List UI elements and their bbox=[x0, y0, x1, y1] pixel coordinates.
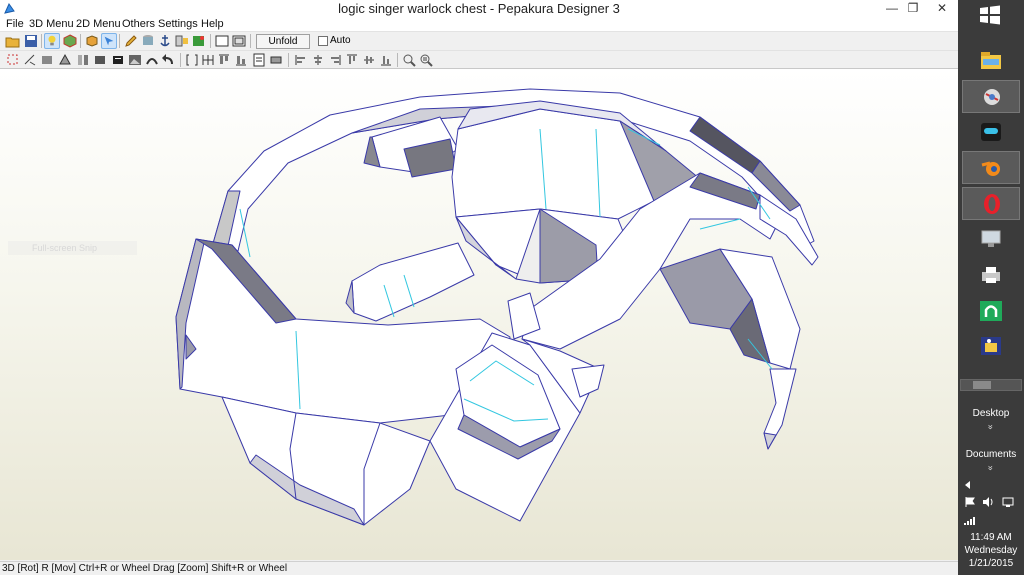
taskbar-blender[interactable] bbox=[962, 151, 1020, 184]
windows-start-icon[interactable] bbox=[978, 4, 1002, 26]
join-icon[interactable] bbox=[75, 52, 91, 68]
lightbulb-icon[interactable] bbox=[44, 33, 60, 49]
undo-icon[interactable] bbox=[161, 52, 177, 68]
status-text: 3D [Rot] R [Mov] Ctrl+R or Wheel Drag [Z… bbox=[2, 563, 288, 574]
menu-others[interactable]: Others bbox=[122, 18, 155, 30]
network-icon[interactable] bbox=[1002, 496, 1016, 508]
align-bottom-icon[interactable] bbox=[233, 52, 249, 68]
cylinder-icon[interactable] bbox=[140, 33, 156, 49]
clock-time[interactable]: 11:49 AM bbox=[958, 532, 1024, 543]
clock-date[interactable]: 1/21/2015 bbox=[958, 558, 1024, 569]
open-folder-icon[interactable] bbox=[5, 33, 21, 49]
windows-taskbar: Desktop » Documents » 11:49 AM Wednesday… bbox=[958, 0, 1024, 575]
pepakura-window: logic singer warlock chest - Pepakura De… bbox=[0, 0, 958, 575]
split-view-icon[interactable] bbox=[231, 33, 247, 49]
paint-app-icon bbox=[981, 337, 1001, 355]
menu-file[interactable]: File bbox=[6, 18, 24, 30]
taskbar-scroll-thumb[interactable] bbox=[973, 381, 991, 389]
toolbar-separator bbox=[41, 34, 42, 48]
save-icon[interactable] bbox=[23, 33, 39, 49]
taskbar-opera[interactable] bbox=[962, 187, 1020, 220]
taskbar-green-app[interactable] bbox=[962, 295, 1020, 328]
edit-toolbar bbox=[0, 51, 958, 69]
opera-icon bbox=[984, 194, 1000, 214]
grid-align-icon[interactable] bbox=[200, 52, 216, 68]
distribute-middle-icon[interactable] bbox=[361, 52, 377, 68]
main-toolbar: Unfold Auto bbox=[0, 32, 958, 51]
toolbar-separator bbox=[180, 53, 181, 67]
box-icon[interactable] bbox=[84, 33, 100, 49]
menu-3d[interactable]: 3D Menu bbox=[29, 18, 74, 30]
zoom-fit-icon[interactable] bbox=[418, 52, 434, 68]
volume-icon[interactable] bbox=[982, 496, 994, 508]
single-view-icon[interactable] bbox=[214, 33, 230, 49]
3d-viewport[interactable]: Full-screen Snip bbox=[0, 69, 958, 560]
move-parts-icon[interactable] bbox=[39, 52, 55, 68]
taskbar-monitor-app[interactable] bbox=[962, 223, 1020, 256]
arrange-center-icon[interactable] bbox=[310, 52, 326, 68]
settings-app-icon bbox=[984, 89, 1000, 105]
toolbar-separator bbox=[119, 34, 120, 48]
bend-icon[interactable] bbox=[144, 52, 160, 68]
taskbar-printer[interactable] bbox=[962, 259, 1020, 292]
zoom-region-icon[interactable] bbox=[401, 52, 417, 68]
window-title: logic singer warlock chest - Pepakura De… bbox=[338, 1, 620, 16]
show-hidden-icons-icon[interactable] bbox=[965, 481, 971, 489]
toolbar-separator bbox=[250, 34, 251, 48]
clock-day[interactable]: Wednesday bbox=[958, 545, 1024, 556]
toolbar-separator bbox=[397, 53, 398, 67]
restore-button[interactable]: ❐ bbox=[899, 0, 927, 17]
text-icon[interactable] bbox=[110, 52, 126, 68]
anchor-icon[interactable] bbox=[157, 33, 173, 49]
arrange-left-icon[interactable] bbox=[293, 52, 309, 68]
arrange-right-icon[interactable] bbox=[327, 52, 343, 68]
toolbar-separator bbox=[80, 34, 81, 48]
close-button[interactable]: ✕ bbox=[926, 0, 958, 17]
edge-bracket-icon[interactable] bbox=[184, 52, 200, 68]
3d-model-render[interactable] bbox=[0, 69, 958, 560]
auto-label: Auto bbox=[330, 35, 351, 46]
page-setup-icon[interactable] bbox=[251, 52, 267, 68]
title-bar: logic singer warlock chest - Pepakura De… bbox=[0, 0, 958, 17]
green-app-icon bbox=[980, 301, 1002, 321]
file-explorer-icon bbox=[981, 52, 1001, 69]
taskbar-file-explorer[interactable] bbox=[962, 44, 1020, 77]
status-bar: 3D [Rot] R [Mov] Ctrl+R or Wheel Drag [Z… bbox=[0, 561, 958, 575]
toolbar-separator bbox=[288, 53, 289, 67]
select-icon[interactable] bbox=[101, 33, 117, 49]
pencil-icon[interactable] bbox=[123, 33, 139, 49]
menu-2d[interactable]: 2D Menu bbox=[76, 18, 121, 30]
taskbar-media-app[interactable] bbox=[962, 116, 1020, 149]
unfold-button[interactable]: Unfold bbox=[256, 34, 310, 49]
media-app-icon bbox=[981, 123, 1001, 141]
flaps-icon[interactable] bbox=[174, 33, 190, 49]
taskbar-scrollbar[interactable] bbox=[960, 379, 1022, 391]
taskbar-paint-app[interactable] bbox=[962, 330, 1020, 363]
distribute-top-icon[interactable] bbox=[344, 52, 360, 68]
printer-icon bbox=[982, 267, 1000, 283]
menu-bar: File 3D Menu 2D Menu Others Settings Hel… bbox=[0, 17, 958, 32]
blender-icon bbox=[981, 161, 1000, 176]
snip-overlay-label: Full-screen Snip bbox=[8, 241, 137, 255]
flap-edit-icon[interactable] bbox=[92, 52, 108, 68]
cut-edge-icon[interactable] bbox=[22, 52, 38, 68]
rotate-parts-icon[interactable] bbox=[57, 52, 73, 68]
distribute-bottom-icon[interactable] bbox=[378, 52, 394, 68]
texture-cube-icon[interactable] bbox=[62, 33, 78, 49]
toolbar-separator bbox=[210, 34, 211, 48]
documents-chevron-icon[interactable]: » bbox=[986, 435, 996, 501]
action-center-flag-icon[interactable] bbox=[964, 496, 976, 508]
align-top-icon[interactable] bbox=[216, 52, 232, 68]
image-icon[interactable] bbox=[127, 52, 143, 68]
signal-bars-icon[interactable] bbox=[964, 517, 976, 525]
menu-settings[interactable]: Settings bbox=[158, 18, 198, 30]
color-edit-icon[interactable] bbox=[191, 33, 207, 49]
taskbar-settings-app[interactable] bbox=[962, 80, 1020, 113]
auto-checkbox[interactable] bbox=[318, 36, 328, 46]
select-region-icon[interactable] bbox=[5, 52, 21, 68]
monitor-app-icon bbox=[981, 230, 1001, 247]
print-preview-icon[interactable] bbox=[268, 52, 284, 68]
menu-help[interactable]: Help bbox=[201, 18, 224, 30]
